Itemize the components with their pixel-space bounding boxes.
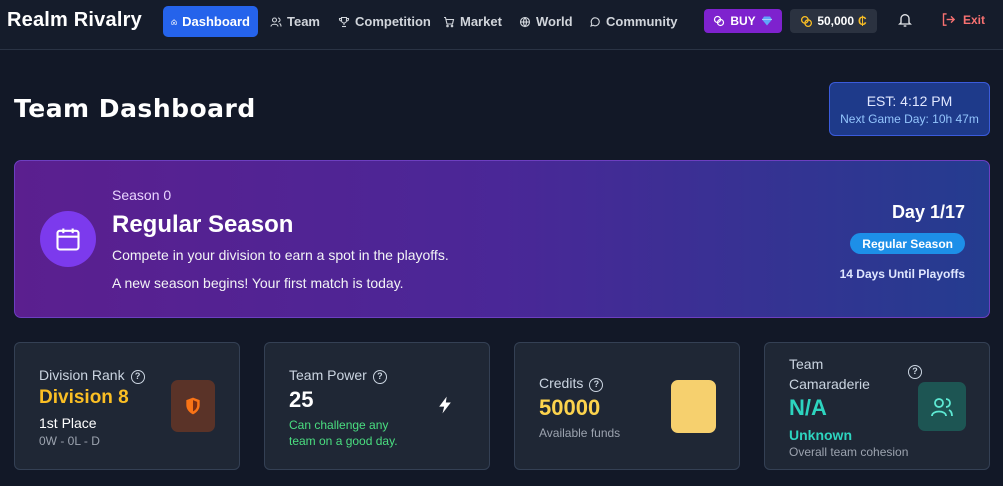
team-power-desc-1: Can challenge any <box>289 418 389 432</box>
coins-icon <box>714 15 725 27</box>
camaraderie-value: N/A <box>789 395 827 420</box>
card-label: Division Rank <box>39 367 125 383</box>
nav-item-label: Competition <box>355 14 431 29</box>
page-title: Team Dashboard <box>14 94 256 123</box>
team-power-value: 25 <box>289 387 314 412</box>
nav-item-market[interactable]: Market <box>435 6 510 37</box>
brand-logo-text[interactable]: Realm Rivalry <box>7 9 142 32</box>
cart-icon <box>444 16 455 27</box>
nav-item-world[interactable]: World <box>511 6 581 37</box>
shield-icon-box <box>171 380 215 432</box>
globe-icon <box>519 16 531 27</box>
users-icon <box>270 16 282 27</box>
help-icon[interactable]: ? <box>589 378 604 392</box>
credits-icon-box <box>671 380 716 433</box>
season-banner: Season 0 Regular Season Compete in your … <box>14 160 990 318</box>
team-power-desc-2: team on a good day. <box>289 434 398 448</box>
card-label: Credits <box>539 375 584 391</box>
users-icon-box <box>918 382 966 431</box>
nav-item-team[interactable]: Team <box>262 6 328 37</box>
camaraderie-status: Unknown <box>789 427 852 443</box>
season-day: Day 1/17 <box>891 202 965 222</box>
team-power-card: Team Power? 25 Can challenge any team on… <box>264 342 490 470</box>
division-rank-card: Division Rank? Division 8 1st Place 0W -… <box>14 342 240 470</box>
division-record: 0W - 0L - D <box>39 434 100 448</box>
card-label: Team <box>789 356 824 372</box>
buy-gems-button[interactable]: BUY <box>704 9 782 33</box>
card-label-wrap: Team Camaraderie <box>789 354 870 394</box>
division-place: 1st Place <box>39 415 97 431</box>
next-game-day: Next Game Day: 10h 47m <box>840 112 979 126</box>
chat-icon <box>590 16 600 27</box>
top-navbar: Realm Rivalry Dashboard Team Competition… <box>0 0 1003 50</box>
coins-icon <box>801 15 813 27</box>
credits-amount: 50,000 <box>817 14 855 28</box>
credits-sub: Available funds <box>539 426 621 440</box>
help-icon[interactable]: ? <box>908 365 922 379</box>
credits-balance[interactable]: 50,000 ₵ <box>790 9 877 33</box>
nav-item-dashboard[interactable]: Dashboard <box>163 6 258 37</box>
nav-item-label: Team <box>287 14 320 29</box>
division-value: Division 8 <box>39 387 129 408</box>
lightning-icon <box>439 396 451 414</box>
home-icon <box>171 18 177 25</box>
season-number: Season 0 <box>112 187 172 203</box>
calendar-icon-badge <box>40 211 96 267</box>
nav-item-label: Dashboard <box>182 14 250 29</box>
season-description: Compete in your division to earn a spot … <box>112 247 449 263</box>
calendar-icon <box>56 228 80 251</box>
card-label: Team Power <box>289 367 367 383</box>
card-label: Camaraderie <box>789 376 870 392</box>
card-label-wrap: Division Rank? <box>39 367 145 384</box>
season-message: A new season begins! Your first match is… <box>112 275 404 291</box>
trophy-icon <box>338 16 350 27</box>
credits-card: Credits? 50000 Available funds <box>514 342 740 470</box>
nav-item-competition[interactable]: Competition <box>330 6 439 37</box>
nav-item-community[interactable]: Community <box>581 6 686 37</box>
clock-time: EST: 4:12 PM <box>866 93 953 109</box>
nav-item-label: World <box>536 14 573 29</box>
team-camaraderie-card: Team Camaraderie ? N/A Unknown Overall t… <box>764 342 990 470</box>
credit-currency-icon: ₵ <box>858 14 867 28</box>
credits-value: 50000 <box>539 395 601 420</box>
card-label-wrap: Team Power? <box>289 367 387 384</box>
season-phase-title: Regular Season <box>112 211 294 238</box>
season-phase-badge: Regular Season <box>850 233 965 254</box>
logout-icon <box>942 13 956 26</box>
playoffs-countdown: 14 Days Until Playoffs <box>839 267 965 281</box>
help-icon[interactable]: ? <box>130 370 145 384</box>
card-label-wrap: Credits? <box>539 375 604 392</box>
gem-icon <box>761 16 772 26</box>
exit-label: Exit <box>963 12 986 27</box>
buy-label: BUY <box>730 14 756 28</box>
camaraderie-sub: Overall team cohesion <box>789 445 909 459</box>
users-icon <box>931 397 953 416</box>
help-icon[interactable]: ? <box>372 370 387 384</box>
shield-icon <box>186 397 200 415</box>
bell-icon[interactable] <box>897 12 913 28</box>
nav-item-label: Market <box>460 14 502 29</box>
exit-button[interactable]: Exit <box>941 12 985 27</box>
nav-item-label: Community <box>606 14 678 29</box>
game-clock: EST: 4:12 PM Next Game Day: 10h 47m <box>829 82 990 136</box>
